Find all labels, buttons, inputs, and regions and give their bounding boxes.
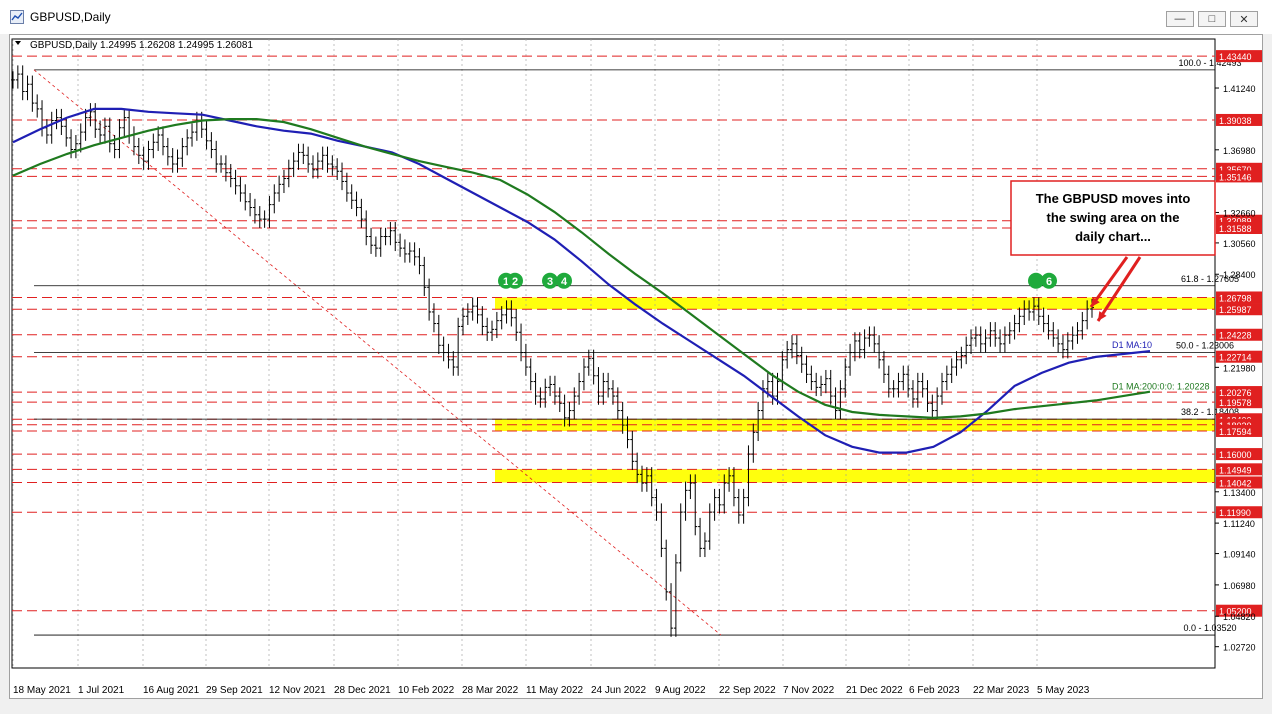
swing-zone-3	[495, 469, 1215, 483]
x-tick-label: 22 Mar 2023	[973, 685, 1030, 696]
y-tick-label: 1.11240	[1223, 519, 1255, 529]
minimize-icon: —	[1174, 13, 1186, 25]
maximize-button[interactable]: □	[1198, 11, 1226, 27]
level-label: 1.31588	[1219, 224, 1252, 234]
y-tick-label: 1.21980	[1223, 363, 1256, 373]
ma-200-line	[12, 117, 1151, 419]
swing-marker-label: 6	[1046, 276, 1052, 288]
symbol-info: GBPUSD,Daily 1.24995 1.26208 1.24995 1.2…	[30, 40, 253, 51]
platform-window: GBPUSD,Daily — □ ✕ 100.0 - 1.42493 61.8 -…	[0, 0, 1272, 714]
level-label: 1.25987	[1219, 305, 1252, 315]
level-label: 1.24228	[1219, 331, 1252, 341]
horizontal-scrollbar[interactable]	[9, 699, 1263, 711]
y-tick-label: 1.06980	[1223, 581, 1256, 591]
y-tick-label: 1.36980	[1223, 146, 1256, 156]
annotation-line-3: daily chart...	[1075, 229, 1151, 244]
maximize-icon: □	[1208, 13, 1216, 25]
y-tick-label: 1.02720	[1223, 643, 1256, 653]
x-tick-label: 12 Nov 2021	[269, 685, 326, 696]
minimize-button[interactable]: —	[1166, 11, 1194, 27]
y-tick-label: 1.30560	[1223, 239, 1256, 249]
annotation-line-2: the swing area on the	[1047, 210, 1180, 225]
level-label: 1.43440	[1219, 52, 1252, 62]
level-label: 1.16000	[1219, 450, 1252, 460]
level-label: 1.22714	[1219, 353, 1252, 363]
x-tick-label: 18 May 2021	[13, 685, 71, 696]
swing-marker-label: 2	[512, 276, 518, 288]
window-title: GBPUSD,Daily	[30, 10, 111, 24]
ma-100-label: D1 MA:10	[1112, 340, 1152, 350]
fib-label: 50.0 - 1.23006	[1176, 340, 1234, 350]
x-tick-label: 22 Sep 2022	[719, 685, 776, 696]
level-label: 1.17594	[1219, 427, 1252, 437]
x-tick-label: 29 Sep 2021	[206, 685, 263, 696]
level-label: 1.14949	[1219, 465, 1252, 475]
fib-label: 0.0 - 1.03520	[1183, 623, 1236, 633]
close-icon: ✕	[1239, 13, 1249, 26]
fib-layer: 100.0 - 1.4249361.8 - 1.2760550.0 - 1.23…	[33, 58, 1242, 636]
x-tick-label: 1 Jul 2021	[78, 685, 125, 696]
swing-marker-label: 3	[547, 276, 553, 288]
level-label: 1.39038	[1219, 116, 1252, 126]
x-tick-label: 11 May 2022	[526, 685, 584, 696]
price-chart[interactable]: 100.0 - 1.4249361.8 - 1.2760550.0 - 1.23…	[10, 35, 1263, 698]
x-tick-label: 5 May 2023	[1037, 685, 1090, 696]
level-label: 1.11990	[1219, 508, 1251, 518]
x-tick-label: 7 Nov 2022	[783, 685, 835, 696]
x-tick-label: 16 Aug 2021	[143, 685, 200, 696]
x-tick-label: 6 Feb 2023	[909, 685, 960, 696]
chart-window-icon	[10, 10, 24, 24]
y-tick-label: 1.32660	[1223, 208, 1256, 218]
x-tick-label: 28 Dec 2021	[334, 685, 391, 696]
ma-100-line	[12, 107, 1151, 454]
swing-marker-label: 4	[561, 276, 568, 288]
chart-frame[interactable]: 100.0 - 1.42493 61.8 - 1.27605 50.0 - 1.23…	[9, 34, 1263, 699]
annotation-line-1: The GBPUSD moves into	[1036, 191, 1191, 206]
caret-down-icon[interactable]	[15, 41, 21, 45]
y-tick-label: 1.13400	[1223, 488, 1256, 498]
x-tick-label: 24 Jun 2022	[591, 685, 646, 696]
y-axis: 1.434401.390381.356701.351461.320891.315…	[1215, 50, 1263, 653]
y-tick-label: 1.09140	[1223, 550, 1256, 560]
x-tick-label: 10 Feb 2022	[398, 685, 455, 696]
level-label: 1.35146	[1219, 172, 1252, 182]
level-label: 1.26798	[1219, 293, 1252, 303]
series-layer: D1 MA:10 D1 MA:200:0:0: 1.20228	[11, 65, 1210, 637]
level-label: 1.19578	[1219, 398, 1252, 408]
annotation-arrows	[1089, 256, 1142, 322]
x-tick-label: 9 Aug 2022	[655, 685, 706, 696]
annotation-box: The GBPUSD moves into the swing area on …	[1010, 180, 1216, 256]
close-button[interactable]: ✕	[1230, 11, 1258, 27]
x-tick-label: 21 Dec 2022	[846, 685, 903, 696]
y-tick-label: 1.41240	[1223, 84, 1256, 94]
x-tick-label: 28 Mar 2022	[462, 685, 519, 696]
y-tick-label: 1.28400	[1223, 270, 1256, 280]
title-bar: GBPUSD,Daily — □ ✕	[0, 0, 1272, 34]
ma-200-label: D1 MA:200:0:0: 1.20228	[1112, 382, 1210, 392]
y-tick-label: 1.04820	[1223, 612, 1256, 622]
x-axis: 18 May 2021 1 Jul 2021 16 Aug 2021 29 Sep 2…	[13, 685, 1090, 696]
